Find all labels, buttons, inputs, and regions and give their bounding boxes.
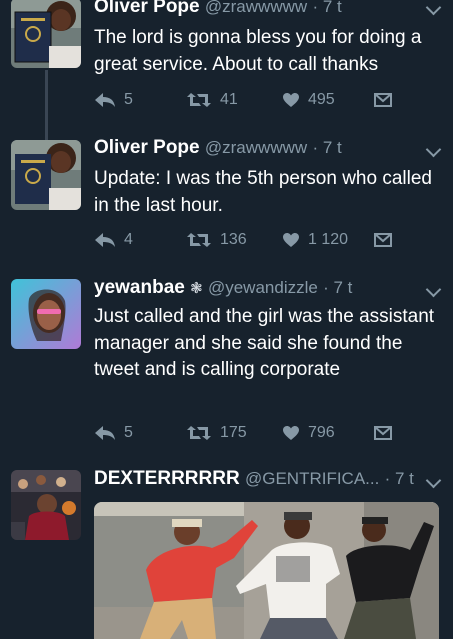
reply-button[interactable]: 4	[94, 228, 133, 252]
display-name[interactable]: Oliver Pope	[94, 0, 200, 17]
reply-count: 4	[124, 231, 133, 248]
retweet-button[interactable]: 175	[186, 421, 247, 445]
reply-icon	[95, 426, 115, 440]
tweet-actions: 5 175 796	[94, 421, 394, 445]
tweet-actions: 4 136 1 120	[94, 228, 394, 252]
retweet-button[interactable]: 41	[186, 88, 238, 112]
timestamp[interactable]: · 7 t	[312, 138, 341, 157]
user-handle[interactable]: @zrawwwww	[205, 0, 307, 16]
heart-icon	[283, 426, 299, 440]
direct-message-icon	[374, 233, 392, 247]
tweet-header: yewanbae ❃ @yewandizzle · 7 t	[94, 277, 352, 299]
reply-icon	[95, 233, 115, 247]
like-button[interactable]: 1 120	[282, 228, 348, 252]
chevron-down-icon[interactable]	[425, 0, 442, 16]
direct-message-button[interactable]	[374, 228, 392, 252]
avatar[interactable]	[11, 279, 81, 349]
reply-icon	[95, 93, 115, 107]
heart-icon	[283, 233, 299, 247]
heart-icon	[283, 93, 299, 107]
tweet-text: The lord is gonna bless you for doing a …	[94, 27, 422, 75]
reply-button[interactable]: 5	[94, 421, 133, 445]
direct-message-button[interactable]	[374, 88, 392, 112]
retweet-count: 175	[220, 424, 247, 441]
tweet-text: Update: I was the 5th person who called …	[94, 168, 432, 216]
chevron-down-icon[interactable]	[425, 141, 442, 158]
retweet-count: 136	[220, 231, 247, 248]
reply-count: 5	[124, 91, 133, 108]
tweet-header: Oliver Pope @zrawwwww · 7 t	[94, 0, 342, 18]
avatar[interactable]	[11, 140, 81, 210]
timestamp[interactable]: · 7 t	[385, 469, 414, 488]
display-name[interactable]: Oliver Pope	[94, 137, 200, 158]
reply-count: 5	[124, 424, 133, 441]
tweet[interactable]: Oliver Pope @zrawwwww · 7 t Update: I wa…	[0, 128, 453, 264]
like-count: 796	[308, 424, 335, 441]
tweet-header: DEXTERRRRRR @GENTRIFICA... · 7 t	[94, 468, 414, 490]
tweet-actions: 5 41 495	[94, 88, 394, 112]
user-handle[interactable]: @GENTRIFICA...	[245, 469, 379, 488]
like-count: 1 120	[308, 231, 349, 248]
avatar[interactable]	[11, 0, 81, 68]
tweet[interactable]: yewanbae ❃ @yewandizzle · 7 t Just calle…	[0, 264, 453, 460]
display-name[interactable]: yewanbae	[94, 277, 185, 298]
retweet-count: 41	[220, 91, 238, 108]
direct-message-icon	[374, 93, 392, 107]
like-count: 495	[308, 91, 335, 108]
tweet-header: Oliver Pope @zrawwwww · 7 t	[94, 137, 342, 159]
timestamp[interactable]: · 7 t	[312, 0, 341, 16]
tweet[interactable]: Oliver Pope @zrawwwww · 7 t The lord is …	[0, 0, 453, 128]
like-button[interactable]: 495	[282, 88, 335, 112]
direct-message-button[interactable]	[374, 421, 392, 445]
display-name[interactable]: DEXTERRRRRR	[94, 468, 240, 489]
direct-message-icon	[374, 426, 392, 440]
like-button[interactable]: 796	[282, 421, 335, 445]
reply-button[interactable]: 5	[94, 88, 133, 112]
chevron-down-icon[interactable]	[425, 472, 442, 489]
retweet-icon	[187, 93, 211, 107]
tweet-media-image[interactable]	[94, 502, 439, 639]
badge-icon: ❃	[190, 280, 203, 297]
user-handle[interactable]: @yewandizzle	[208, 278, 318, 297]
tweet-text: Just called and the girl was the assista…	[94, 306, 435, 380]
avatar[interactable]	[11, 470, 81, 540]
user-handle[interactable]: @zrawwwww	[205, 138, 307, 157]
chevron-down-icon[interactable]	[425, 281, 442, 298]
retweet-icon	[187, 426, 211, 440]
timestamp[interactable]: · 7 t	[323, 278, 352, 297]
retweet-icon	[187, 233, 211, 247]
retweet-button[interactable]: 136	[186, 228, 247, 252]
